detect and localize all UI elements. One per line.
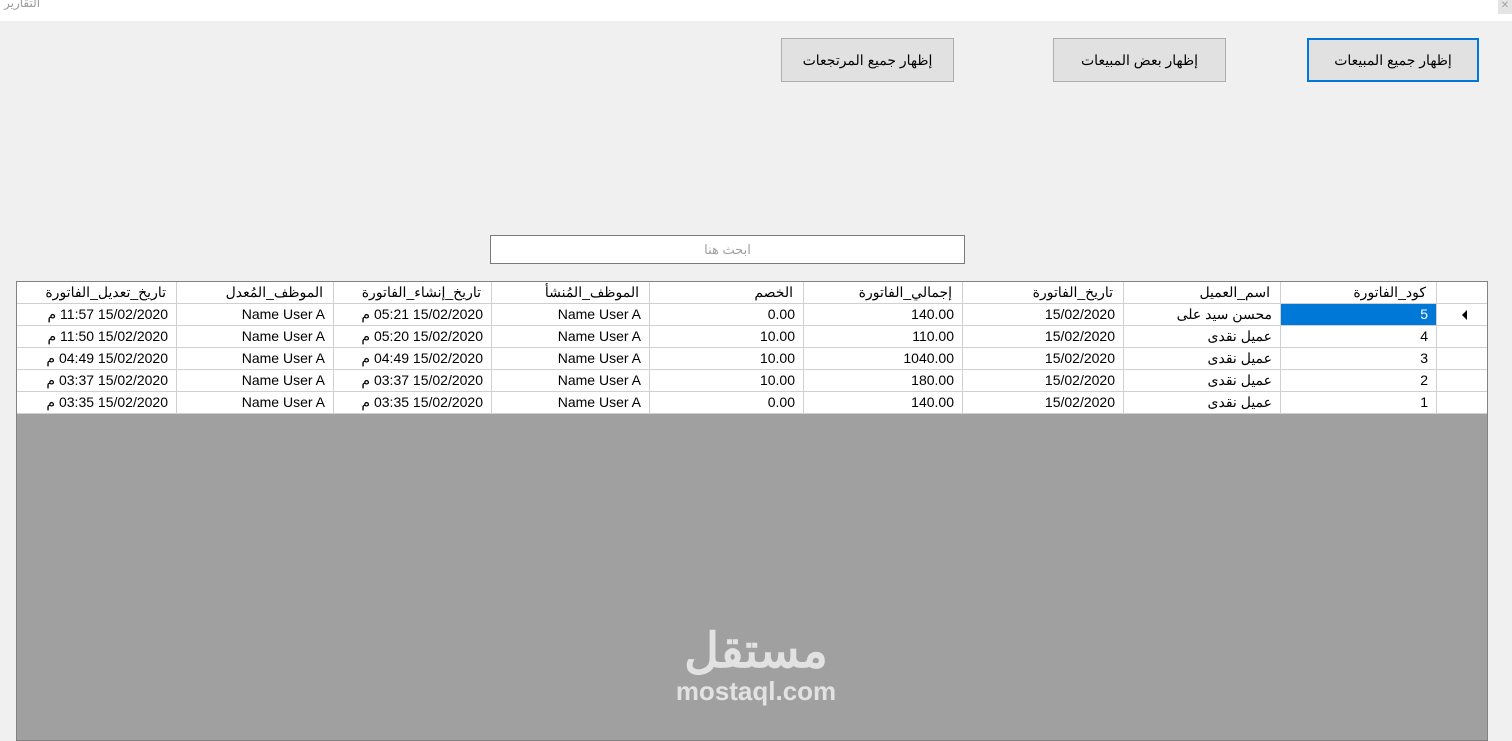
table-cell[interactable]: 15/02/2020 04:49 م [17,348,177,370]
table-row[interactable]: 1 عميل نقدى 15/02/2020 140.00 0.00 Name User … [17,392,1487,414]
row-header[interactable] [1437,348,1487,370]
table-cell[interactable]: 15/02/2020 03:37 م [334,370,492,392]
table-cell[interactable]: 15/02/2020 03:37 م [17,370,177,392]
table-cell[interactable]: عميل نقدى [1124,348,1281,370]
column-header[interactable]: كود_الفاتورة [1281,282,1437,304]
table-cell[interactable]: 15/02/2020 [963,348,1124,370]
table-cell[interactable]: 5 [1281,304,1437,326]
table-cell[interactable]: Name User A [492,370,650,392]
table-cell[interactable]: 1040.00 [804,348,963,370]
table-row[interactable]: 5 محسن سيد على 15/02/2020 140.00 0.00 Name Us… [17,304,1487,326]
table-cell[interactable]: Name User A [177,392,334,414]
table-cell[interactable]: 15/02/2020 04:49 م [334,348,492,370]
table-cell[interactable]: 10.00 [650,370,804,392]
table-cell[interactable]: محسن سيد على [1124,304,1281,326]
show-all-sales-button[interactable]: إظهار جميع المبيعات [1307,38,1479,82]
table-cell[interactable]: 15/02/2020 05:20 م [334,326,492,348]
table-cell[interactable]: 15/02/2020 11:50 م [17,326,177,348]
table-cell[interactable]: 0.00 [650,392,804,414]
table-cell[interactable]: 15/02/2020 11:57 م [17,304,177,326]
table-cell[interactable]: 0.00 [650,304,804,326]
column-header[interactable]: إجمالي_الفاتورة [804,282,963,304]
show-some-sales-button[interactable]: إظهار بعض المبيعات [1053,38,1226,82]
table-cell[interactable]: 15/02/2020 [963,392,1124,414]
table-row[interactable]: 3 عميل نقدى 15/02/2020 1040.00 10.00 Name Use… [17,348,1487,370]
table-cell[interactable]: عميل نقدى [1124,370,1281,392]
table-cell[interactable]: 3 [1281,348,1437,370]
table-cell[interactable]: Name User A [177,326,334,348]
table-cell[interactable]: 10.00 [650,326,804,348]
table-cell[interactable]: 15/02/2020 03:35 م [334,392,492,414]
row-header[interactable] [1437,370,1487,392]
title-bar: التقارير ✕ [0,0,1512,21]
current-row-arrow-icon [1462,310,1467,320]
table-cell[interactable]: 180.00 [804,370,963,392]
table-cell[interactable]: 110.00 [804,326,963,348]
table-cell[interactable]: 15/02/2020 03:35 م [17,392,177,414]
column-header[interactable]: الموظف_المُعدل [177,282,334,304]
table-cell[interactable]: 10.00 [650,348,804,370]
show-all-returns-button[interactable]: إظهار جميع المرتجعات [781,38,954,82]
row-header[interactable] [1437,392,1487,414]
table-cell[interactable]: Name User A [177,304,334,326]
table-cell[interactable]: 2 [1281,370,1437,392]
row-header[interactable] [1437,326,1487,348]
table-cell[interactable]: عميل نقدى [1124,326,1281,348]
table-row[interactable]: 4 عميل نقدى 15/02/2020 110.00 10.00 Name User… [17,326,1487,348]
column-header[interactable]: اسم_العميل [1124,282,1281,304]
row-header[interactable] [1437,304,1487,326]
header-corner [1437,282,1487,304]
table-cell[interactable]: Name User A [492,304,650,326]
table-row[interactable]: 2 عميل نقدى 15/02/2020 180.00 10.00 Name User… [17,370,1487,392]
column-header[interactable]: الموظف_المُنشأ [492,282,650,304]
table-cell[interactable]: 140.00 [804,304,963,326]
table-cell[interactable]: 4 [1281,326,1437,348]
search-input[interactable] [490,235,965,264]
close-icon[interactable]: ✕ [1498,0,1512,14]
column-header[interactable]: تاريخ_تعديل_الفاتورة [17,282,177,304]
table-cell[interactable]: 1 [1281,392,1437,414]
table-cell[interactable]: Name User A [177,348,334,370]
table-cell[interactable]: Name User A [492,326,650,348]
table-cell[interactable]: Name User A [177,370,334,392]
table-cell[interactable]: 15/02/2020 [963,304,1124,326]
column-header[interactable]: تاريخ_إنشاء_الفاتورة [334,282,492,304]
invoices-grid[interactable]: كود_الفاتورة اسم_العميل تاريخ_الفاتورة إجما… [16,281,1488,741]
table-cell[interactable]: Name User A [492,348,650,370]
column-header[interactable]: تاريخ_الفاتورة [963,282,1124,304]
column-header[interactable]: الخصم [650,282,804,304]
table-cell[interactable]: 15/02/2020 [963,370,1124,392]
table-cell[interactable]: 15/02/2020 05:21 م [334,304,492,326]
table-cell[interactable]: Name User A [492,392,650,414]
table-cell[interactable]: عميل نقدى [1124,392,1281,414]
table-cell[interactable]: 140.00 [804,392,963,414]
table-cell[interactable]: 15/02/2020 [963,326,1124,348]
header-row: كود_الفاتورة اسم_العميل تاريخ_الفاتورة إجما… [17,282,1487,304]
window-title: التقارير [4,0,41,10]
